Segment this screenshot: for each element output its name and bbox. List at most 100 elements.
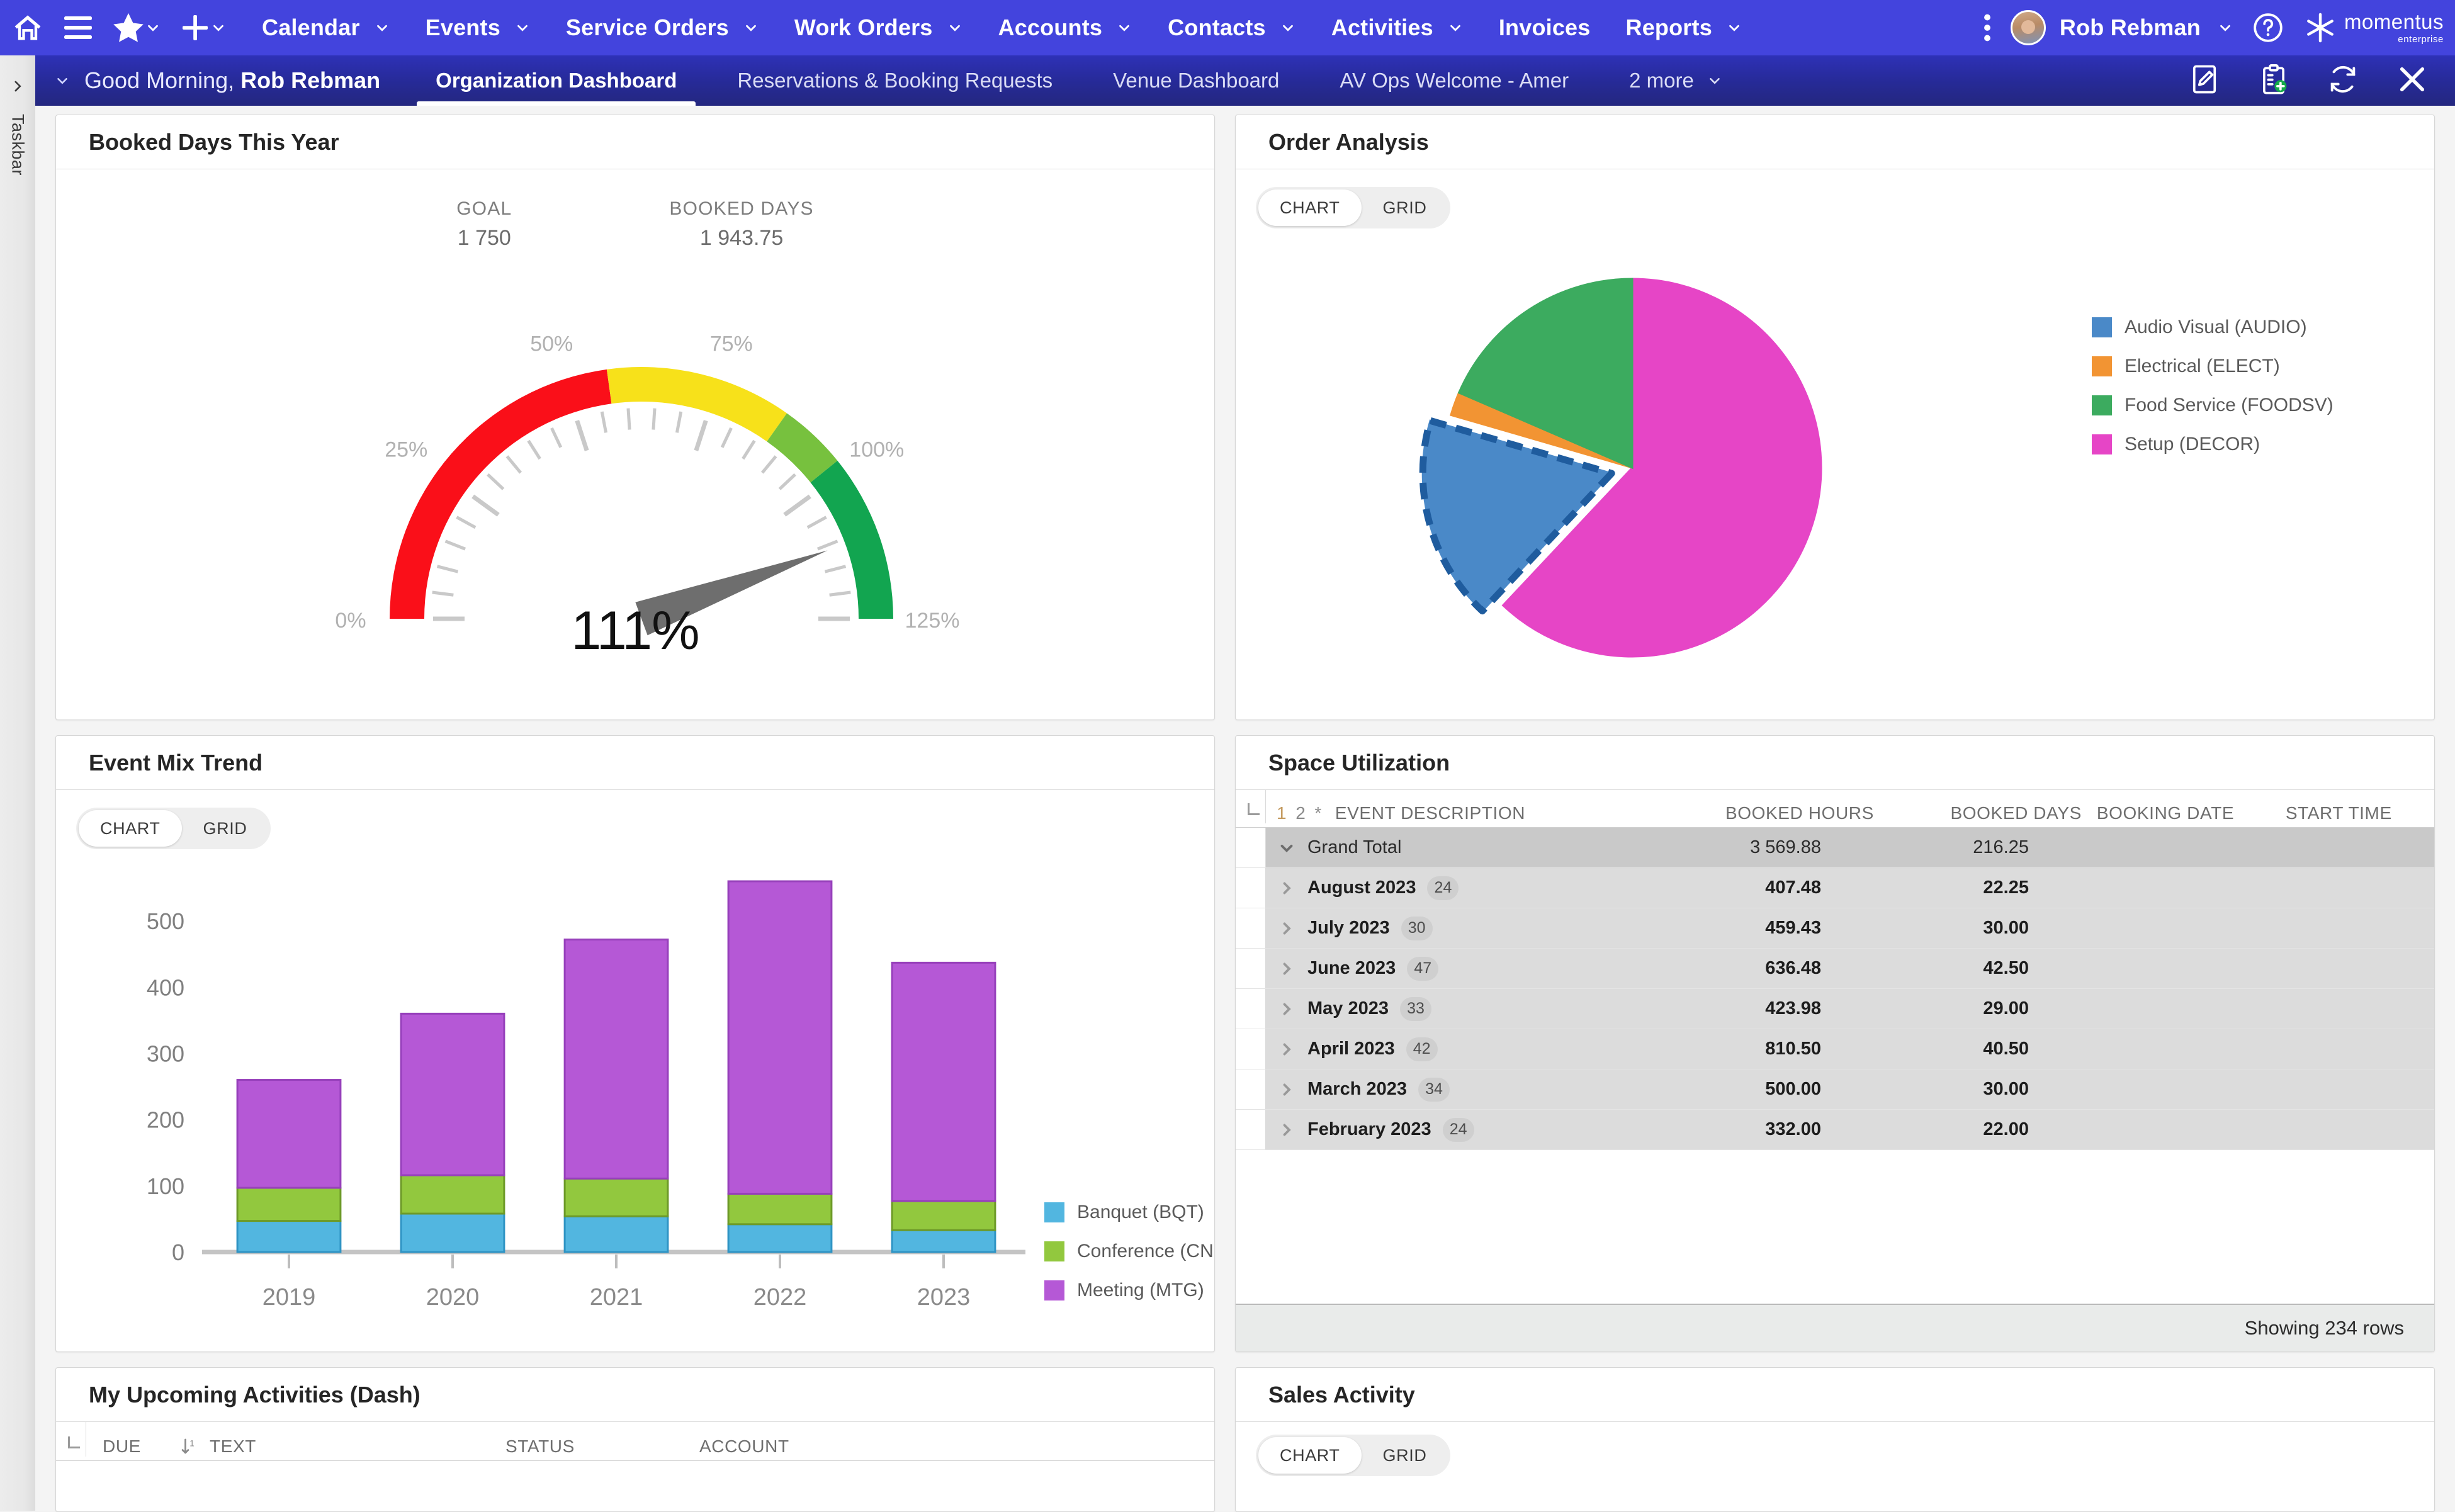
- row-select-cell[interactable]: [1236, 868, 1266, 908]
- tab-reservations-booking-requests[interactable]: Reservations & Booking Requests: [707, 55, 1083, 106]
- table-row[interactable]: June 2023 47 636.48 42.50: [1236, 949, 2434, 989]
- bar-segment[interactable]: [891, 961, 996, 1202]
- event-mix-view-toggle[interactable]: CHART GRID: [76, 808, 271, 849]
- chevron-right-icon[interactable]: [1266, 879, 1307, 897]
- group-level-1-button[interactable]: 1: [1272, 803, 1291, 823]
- event-mix-stacked-bar-chart[interactable]: 0 100 200 300 400 500 2019 2020 2021 2022 2023: [81, 849, 1051, 1340]
- chevron-right-icon[interactable]: [1266, 1121, 1307, 1139]
- greeting[interactable]: Good Morning, Rob Rebman: [35, 55, 405, 106]
- chevron-right-icon[interactable]: [1266, 920, 1307, 937]
- table-row[interactable]: May 2023 33 423.98 29.00: [1236, 989, 2434, 1029]
- more-options-kebab-icon[interactable]: [1983, 13, 1992, 42]
- row-select-cell[interactable]: [1236, 1110, 1266, 1149]
- bar-segment[interactable]: [236, 1079, 342, 1189]
- toggle-chart-option[interactable]: CHART: [1258, 1437, 1362, 1474]
- table-row[interactable]: August 2023 24 407.48 22.25: [1236, 868, 2434, 908]
- bar-segment[interactable]: [563, 1215, 669, 1253]
- bar-segment[interactable]: [400, 1212, 505, 1253]
- grid-corner-select-all[interactable]: [1236, 790, 1266, 823]
- row-select-cell[interactable]: [1236, 1029, 1266, 1069]
- row-select-cell[interactable]: [1236, 828, 1266, 867]
- contacts-chevron-down-icon[interactable]: [1280, 20, 1296, 36]
- table-row[interactable]: April 2023 42 810.50 40.50: [1236, 1029, 2434, 1069]
- nav-item-invoices[interactable]: Invoices: [1499, 14, 1591, 41]
- star-chevron-down-icon[interactable]: [145, 20, 161, 36]
- tab-more-dropdown[interactable]: 2 more: [1599, 55, 1753, 106]
- column-header-status[interactable]: STATUS: [505, 1436, 699, 1457]
- add-clipboard-icon[interactable]: [2257, 63, 2290, 99]
- user-chevron-down-icon[interactable]: [2217, 20, 2233, 36]
- legend-item[interactable]: Food Service (FOODSV): [2092, 395, 2334, 416]
- hamburger-icon[interactable]: [63, 15, 93, 40]
- legend-item[interactable]: Setup (DECOR): [2092, 434, 2334, 455]
- column-header-booked-hours[interactable]: BOOKED HOURS: [1666, 803, 1874, 823]
- legend-item[interactable]: Banquet (BQT): [1044, 1202, 1214, 1223]
- toggle-grid-option[interactable]: GRID: [182, 810, 269, 847]
- bar-segment[interactable]: [563, 1177, 669, 1217]
- refresh-icon[interactable]: [2327, 63, 2359, 99]
- nav-item-calendar[interactable]: Calendar: [262, 14, 360, 41]
- row-select-cell[interactable]: [1236, 1069, 1266, 1109]
- left-taskbar[interactable]: Taskbar: [0, 55, 35, 1511]
- chevron-right-icon[interactable]: [1266, 1041, 1307, 1058]
- legend-item[interactable]: Meeting (MTG): [1044, 1280, 1214, 1301]
- column-header-event-description[interactable]: EVENT DESCRIPTION: [1326, 803, 1666, 823]
- column-header-booked-days[interactable]: BOOKED DAYS: [1874, 803, 2082, 823]
- table-row[interactable]: March 2023 34 500.00 30.00: [1236, 1069, 2434, 1110]
- table-row[interactable]: July 2023 30 459.43 30.00: [1236, 908, 2434, 949]
- greeting-chevron-down-icon[interactable]: [54, 72, 71, 89]
- chevron-right-icon[interactable]: [1266, 1081, 1307, 1098]
- nav-item-service-orders[interactable]: Service Orders: [566, 14, 729, 41]
- legend-item[interactable]: Conference (CNF): [1044, 1241, 1214, 1262]
- plus-icon[interactable]: [180, 13, 210, 43]
- tab-organization-dashboard[interactable]: Organization Dashboard: [405, 55, 707, 106]
- column-header-start-time[interactable]: START TIME: [2271, 803, 2434, 823]
- tab-av-ops-welcome[interactable]: AV Ops Welcome - Amer: [1309, 55, 1599, 106]
- more-tabs-chevron-down-icon[interactable]: [1707, 72, 1723, 89]
- bar-segment[interactable]: [400, 1012, 505, 1176]
- group-level-2-button[interactable]: 2: [1291, 803, 1310, 823]
- nav-item-work-orders[interactable]: Work Orders: [794, 14, 933, 41]
- nav-item-reports[interactable]: Reports: [1626, 14, 1712, 41]
- bar-segment[interactable]: [727, 880, 833, 1195]
- plus-chevron-down-icon[interactable]: [210, 20, 227, 36]
- home-icon[interactable]: [11, 11, 44, 44]
- bar-segment[interactable]: [891, 1200, 996, 1231]
- grid-corner-select-all[interactable]: [56, 1422, 86, 1457]
- table-row-grand-total[interactable]: Grand Total 3 569.88 216.25: [1236, 828, 2434, 868]
- avatar[interactable]: [2010, 10, 2046, 45]
- legend-item[interactable]: Audio Visual (AUDIO): [2092, 317, 2334, 338]
- row-select-cell[interactable]: [1236, 908, 1266, 948]
- nav-item-contacts[interactable]: Contacts: [1168, 14, 1266, 41]
- nav-item-activities[interactable]: Activities: [1331, 14, 1433, 41]
- nav-item-accounts[interactable]: Accounts: [998, 14, 1103, 41]
- work-orders-chevron-down-icon[interactable]: [947, 20, 963, 36]
- close-icon[interactable]: [2396, 63, 2429, 99]
- column-header-text[interactable]: TEXT: [210, 1436, 505, 1457]
- help-icon[interactable]: [2252, 12, 2284, 43]
- table-row[interactable]: February 2023 24 332.00 22.00: [1236, 1110, 2434, 1150]
- bar-segment[interactable]: [236, 1220, 342, 1253]
- group-level-all-button[interactable]: *: [1310, 803, 1326, 823]
- bar-segment[interactable]: [727, 1192, 833, 1226]
- chevron-right-icon[interactable]: [1266, 1000, 1307, 1018]
- tab-venue-dashboard[interactable]: Venue Dashboard: [1083, 55, 1309, 106]
- taskbar-expand-chevron-icon[interactable]: [9, 78, 26, 98]
- toggle-grid-option[interactable]: GRID: [1362, 1437, 1448, 1474]
- activities-chevron-down-icon[interactable]: [1447, 20, 1464, 36]
- sort-descending-icon[interactable]: 1: [167, 1438, 210, 1457]
- nav-item-events[interactable]: Events: [426, 14, 500, 41]
- legend-item[interactable]: Electrical (ELECT): [2092, 356, 2334, 377]
- bar-segment[interactable]: [563, 939, 669, 1180]
- sales-activity-view-toggle[interactable]: CHART GRID: [1256, 1435, 1451, 1476]
- chevron-right-icon[interactable]: [1266, 960, 1307, 978]
- edit-pencil-icon[interactable]: [2188, 63, 2221, 99]
- bar-segment[interactable]: [400, 1174, 505, 1215]
- order-analysis-pie-chart[interactable]: [1362, 241, 1991, 694]
- toggle-grid-option[interactable]: GRID: [1362, 189, 1448, 226]
- chevron-down-icon[interactable]: [1266, 838, 1307, 857]
- reports-chevron-down-icon[interactable]: [1726, 20, 1742, 36]
- service-orders-chevron-down-icon[interactable]: [743, 20, 759, 36]
- calendar-chevron-down-icon[interactable]: [374, 20, 390, 36]
- toggle-chart-option[interactable]: CHART: [79, 810, 182, 847]
